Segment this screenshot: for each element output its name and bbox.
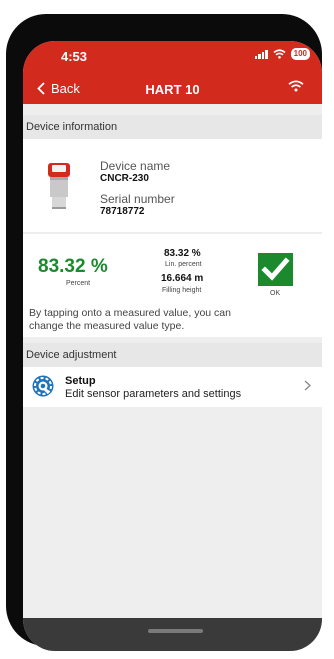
device-info-card[interactable]: Device name CNCR-230 Serial number 78718… — [23, 139, 322, 232]
setup-title: Setup — [65, 375, 96, 387]
primary-value-label: Percent — [66, 280, 91, 287]
lin-percent-label: Lin. percent — [165, 261, 202, 268]
signal-icon — [254, 49, 268, 59]
filling-height-label: Filling height — [162, 287, 202, 294]
measurement-hint: By tapping onto a measured value, you ca… — [29, 307, 231, 332]
setup-subtitle: Edit sensor parameters and settings — [65, 388, 242, 400]
lin-percent-value: 83.32 % — [164, 248, 201, 259]
checkmark-icon — [261, 257, 290, 281]
status-label: OK — [270, 290, 281, 297]
serial-number-value: 78718772 — [100, 206, 145, 217]
device-name-label: Device name — [100, 159, 171, 173]
filling-height-value: 16.664 m — [161, 273, 204, 284]
wifi-icon[interactable] — [288, 80, 304, 92]
wifi-status-icon — [273, 49, 286, 59]
phone-frame: 4:53 100 Back HART 10 Device information… — [6, 14, 322, 651]
status-ok-badge — [258, 253, 293, 286]
device-sensor-image — [48, 163, 70, 209]
battery-icon: 100 — [290, 48, 310, 60]
setup-item[interactable]: Setup Edit sensor parameters and setting… — [23, 367, 322, 407]
gear-wrench-icon — [32, 375, 54, 397]
primary-value: 83.32 % — [38, 256, 108, 277]
home-indicator[interactable] — [148, 629, 203, 633]
bottom-bar — [23, 618, 322, 651]
page-title: HART 10 — [145, 82, 200, 97]
device-name-value: CNCR-230 — [100, 173, 149, 184]
serial-number-label: Serial number — [100, 192, 175, 206]
status-icons: 100 — [254, 48, 310, 60]
device-info-section-header: Device information — [23, 115, 322, 139]
app-header: 4:53 100 Back HART 10 — [23, 41, 322, 104]
status-time: 4:53 — [61, 49, 88, 64]
chevron-right-icon — [304, 380, 311, 391]
device-adjustment-section-header: Device adjustment — [23, 343, 322, 367]
screen: 4:53 100 Back HART 10 Device information… — [23, 41, 322, 651]
measurement-card: 83.32 % Percent 83.32 % Lin. percent 16.… — [23, 234, 322, 337]
